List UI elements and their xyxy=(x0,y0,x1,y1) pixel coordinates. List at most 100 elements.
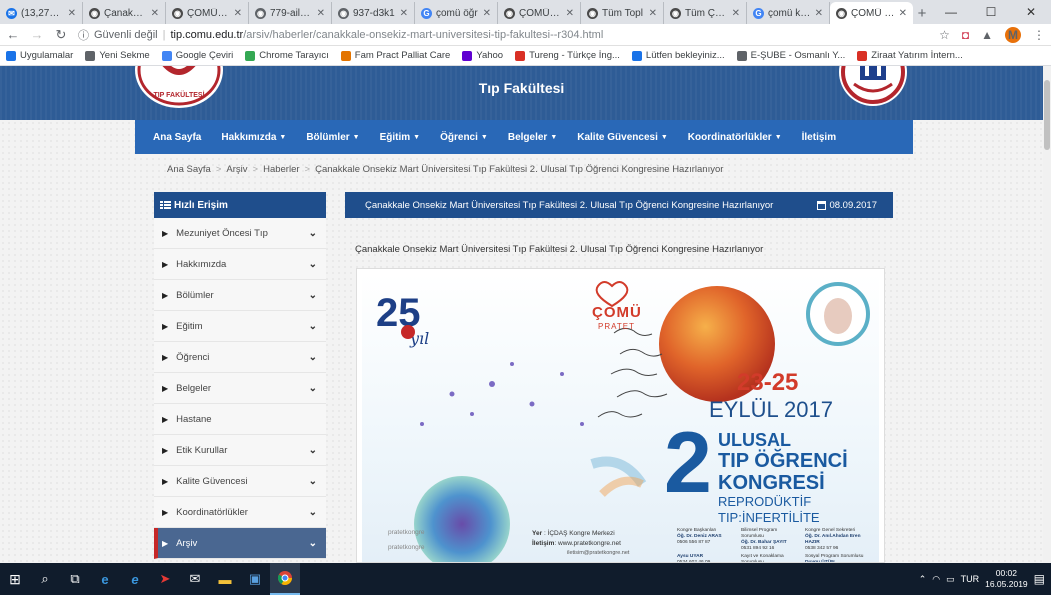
profile-avatar[interactable]: M xyxy=(1005,26,1021,43)
bookmark-item[interactable]: Google Çeviri xyxy=(161,50,233,61)
chevron-down-icon[interactable]: ⌄ xyxy=(309,352,317,363)
edge-icon[interactable]: e xyxy=(90,563,120,595)
url-field[interactable]: ⓘ Güvenli değil | tip.comu.edu.tr/arsiv/… xyxy=(78,26,929,44)
browser-tab[interactable]: ◉ Çanakkale ✕ xyxy=(83,2,166,24)
chevron-down-icon[interactable]: ⌄ xyxy=(309,445,317,456)
bookmark-star-icon[interactable]: ☆ xyxy=(939,28,950,42)
tray-chevron-icon[interactable]: ⌃ xyxy=(919,574,927,585)
tab-close-icon[interactable]: ✕ xyxy=(815,8,823,19)
sidebar-item[interactable]: ▶ Bölümler ⌄ xyxy=(154,280,326,311)
tab-close-icon[interactable]: ✕ xyxy=(566,8,574,19)
close-window-icon[interactable]: ✕ xyxy=(1011,0,1051,24)
nav-item[interactable]: Hakkımızda ▼ xyxy=(211,120,296,154)
nav-item[interactable]: Belgeler ▼ xyxy=(498,120,567,154)
search-icon[interactable]: ⌕ xyxy=(30,563,60,595)
anydesk-icon[interactable]: ➤ xyxy=(150,563,180,595)
breadcrumb-item[interactable]: Arşiv xyxy=(226,164,247,175)
tab-close-icon[interactable]: ✕ xyxy=(483,8,491,19)
tab-close-icon[interactable]: ✕ xyxy=(400,8,408,19)
browser-tab[interactable]: ◉ Tüm ÇOM ✕ xyxy=(664,2,747,24)
bookmark-item[interactable]: Yahoo xyxy=(462,50,503,61)
breadcrumb-item[interactable]: Ana Sayfa xyxy=(167,164,211,175)
bookmark-item[interactable]: Uygulamalar xyxy=(6,50,73,61)
browser-tab[interactable]: ◉ 779-aile-h ✕ xyxy=(249,2,332,24)
browser-tab[interactable]: Gçomü öğr ✕ xyxy=(415,2,498,24)
tab-close-icon[interactable]: ✕ xyxy=(732,8,740,19)
nav-item[interactable]: İletişim xyxy=(792,120,846,154)
nav-item[interactable]: Eğitim ▼ xyxy=(370,120,431,154)
bookmark-item[interactable]: E-ŞUBE - Osmanlı Y... xyxy=(736,50,845,61)
forward-icon[interactable]: → xyxy=(30,27,44,42)
bookmark-item[interactable]: Yeni Sekme xyxy=(85,50,150,61)
pocket-extension-icon[interactable]: ◘ xyxy=(962,28,969,42)
notifications-icon[interactable]: ▤ xyxy=(1034,572,1045,586)
nav-item[interactable]: Koordinatörlükler ▼ xyxy=(678,120,792,154)
tab-close-icon[interactable]: ✕ xyxy=(317,8,325,19)
sidebar-item[interactable]: ▶ Etik Kurullar ⌄ xyxy=(154,435,326,466)
tab-close-icon[interactable]: ✕ xyxy=(151,8,159,19)
chevron-down-icon[interactable]: ⌄ xyxy=(309,259,317,270)
browser-tab[interactable]: ◉ ÇOMÜ - T ✕ xyxy=(830,2,913,24)
sidebar-item[interactable]: ▶ Mezuniyet Öncesi Tıp ⌄ xyxy=(154,218,326,249)
sidebar-item[interactable]: ▶ Öğrenci ⌄ xyxy=(154,342,326,373)
mail-icon[interactable]: ✉ xyxy=(180,563,210,595)
new-tab-button[interactable]: + xyxy=(913,2,931,24)
maximize-icon[interactable]: ☐ xyxy=(971,0,1011,24)
bookmark-item[interactable]: Fam Pract Palliat Care xyxy=(340,50,450,61)
sidebar-item[interactable]: ▶ Hakkımızda ⌄ xyxy=(154,249,326,280)
extension-icon[interactable]: ▲ xyxy=(981,28,993,42)
windows-start-icon[interactable]: ⊞ xyxy=(0,563,30,595)
page-scrollbar[interactable] xyxy=(1043,66,1051,563)
sidebar-item[interactable]: ▶ Hastane xyxy=(154,404,326,435)
chevron-down-icon[interactable]: ⌄ xyxy=(309,228,317,239)
bookmark-item[interactable]: Chrome Tarayıcı xyxy=(245,50,329,61)
scrollbar-thumb[interactable] xyxy=(1044,80,1050,150)
browser-tab[interactable]: ✉ (13,276 un ✕ xyxy=(0,2,83,24)
minimize-icon[interactable]: — xyxy=(931,0,971,24)
browser-tab[interactable]: Gçomü kök ✕ xyxy=(747,2,830,24)
file-explorer-icon[interactable]: ▬ xyxy=(210,563,240,595)
language-indicator[interactable]: TUR xyxy=(961,574,980,584)
chevron-down-icon[interactable]: ⌄ xyxy=(309,321,317,332)
photos-icon[interactable]: ▣ xyxy=(240,563,270,595)
sidebar-item[interactable]: ▶ Kalite Güvencesi ⌄ xyxy=(154,466,326,497)
chevron-down-icon[interactable]: ⌄ xyxy=(309,476,317,487)
tab-close-icon[interactable]: ✕ xyxy=(68,8,76,19)
breadcrumb-item[interactable]: Haberler xyxy=(263,164,299,175)
nav-item[interactable]: Kalite Güvencesi ▼ xyxy=(567,120,678,154)
bookmark-item[interactable]: Tureng - Türkçe İng... xyxy=(515,50,620,61)
sidebar-item[interactable]: ▶ Koordinatörlükler ⌄ xyxy=(154,497,326,528)
wifi-icon[interactable]: ◠ xyxy=(932,574,940,585)
browser-tab[interactable]: ◉ Tüm Topl ✕ xyxy=(581,2,664,24)
clock[interactable]: 00:02 16.05.2019 xyxy=(985,568,1028,590)
poster-pratetkongre-2: pratetkongre xyxy=(388,544,425,551)
nav-item[interactable]: Ana Sayfa xyxy=(143,120,211,154)
congress-poster[interactable]: 25 yıl ÇOMÜ PRATET 23-25 EYLÜL 2017 2 UL… xyxy=(356,268,885,563)
bookmark-item[interactable]: Lütfen bekleyiniz... xyxy=(631,50,725,61)
tab-close-icon[interactable]: ✕ xyxy=(649,8,657,19)
sidebar-item[interactable]: ▶ Belgeler ⌄ xyxy=(154,373,326,404)
chevron-down-icon[interactable]: ⌄ xyxy=(309,507,317,518)
info-icon[interactable]: ⓘ xyxy=(78,27,89,43)
internet-explorer-icon[interactable]: e xyxy=(120,563,150,595)
task-view-icon[interactable]: ⧉ xyxy=(60,563,90,595)
browser-tab[interactable]: ◉ ÇOMÜ - T ✕ xyxy=(166,2,249,24)
sidebar-item[interactable]: ▶ Arşiv ⌄ xyxy=(154,528,326,559)
chevron-down-icon[interactable]: ⌄ xyxy=(309,538,317,549)
chevron-down-icon[interactable]: ⌄ xyxy=(309,290,317,301)
volume-icon[interactable]: ▭ xyxy=(946,574,955,585)
nav-item[interactable]: Bölümler ▼ xyxy=(296,120,369,154)
menu-kebab-icon[interactable]: ⋮ xyxy=(1033,28,1045,42)
tab-close-icon[interactable]: ✕ xyxy=(234,8,242,19)
browser-tab[interactable]: ◉ ÇOMÜ - S ✕ xyxy=(498,2,581,24)
nav-item[interactable]: Öğrenci ▼ xyxy=(430,120,498,154)
bookmark-item[interactable]: Ziraat Yatırım İntern... xyxy=(857,50,963,61)
chevron-down-icon[interactable]: ⌄ xyxy=(309,383,317,394)
tab-close-icon[interactable]: ✕ xyxy=(899,8,907,19)
back-icon[interactable]: ← xyxy=(6,27,20,42)
university-logo-right[interactable] xyxy=(838,66,908,112)
browser-tab[interactable]: ◉ 937-d3k1 ✕ xyxy=(332,2,415,24)
reload-icon[interactable]: ↻ xyxy=(54,27,68,43)
chrome-icon[interactable] xyxy=(270,563,300,595)
sidebar-item[interactable]: ▶ Eğitim ⌄ xyxy=(154,311,326,342)
